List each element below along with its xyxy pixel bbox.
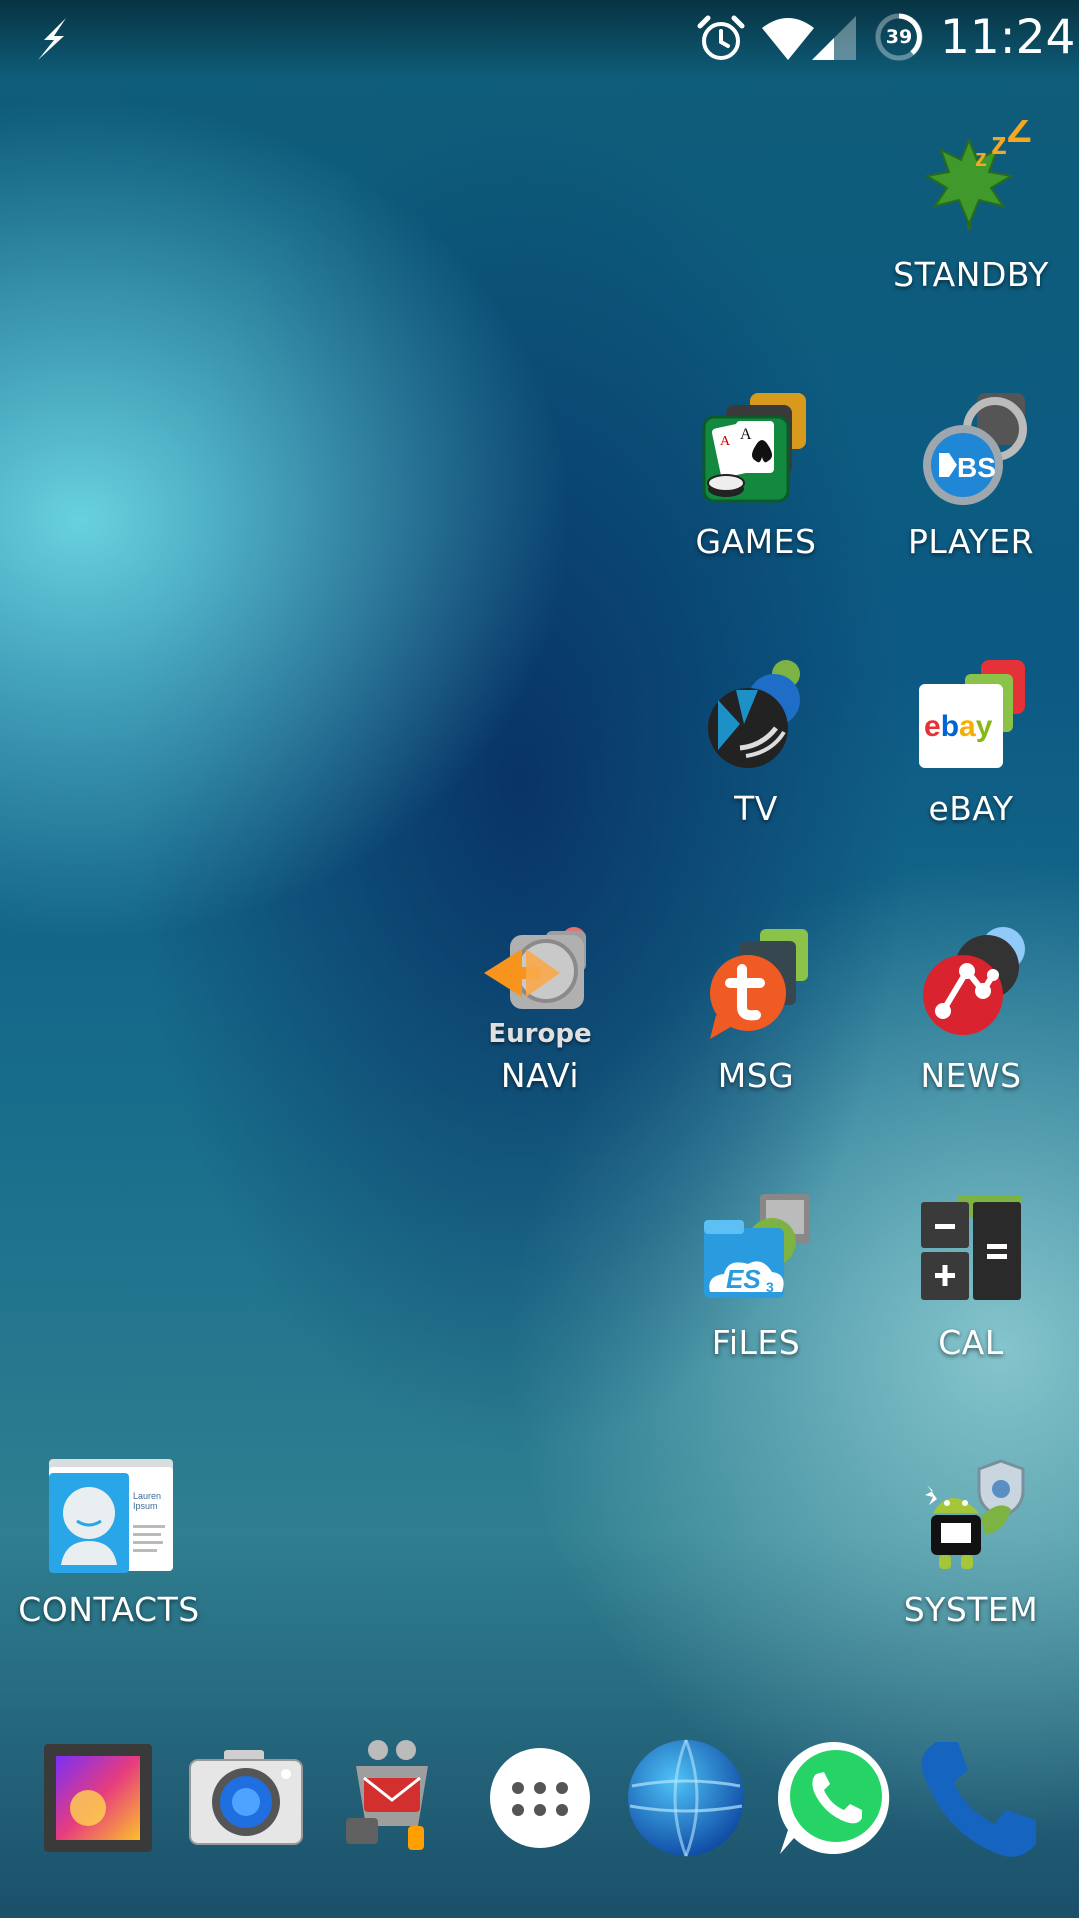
games-cards-icon: A A xyxy=(702,393,806,503)
app-label: TV xyxy=(734,789,778,828)
app-label: MSG xyxy=(717,1056,795,1095)
dock-phone[interactable] xyxy=(918,1736,1042,1860)
app-ebay[interactable]: ebay eBAY xyxy=(876,654,1066,864)
app-cal[interactable]: CAL xyxy=(876,1188,1066,1398)
navi-subtitle: Europe xyxy=(488,1019,592,1049)
app-label: STANDBY xyxy=(893,255,1049,294)
status-clock: 11:24 xyxy=(940,10,1076,65)
app-label: CONTACTS xyxy=(18,1590,200,1629)
app-contacts[interactable]: Lauren Ipsum CONTACTS xyxy=(14,1455,204,1665)
contacts-icon: Lauren Ipsum xyxy=(49,1459,173,1573)
app-label: GAMES xyxy=(695,522,817,561)
app-player[interactable]: BS PLAYER xyxy=(876,387,1066,597)
app-label: NEWS xyxy=(920,1056,1022,1095)
standby-leaf-icon: z z Z xyxy=(924,120,1031,230)
svg-text:Z: Z xyxy=(1007,120,1031,151)
phone-icon xyxy=(921,1742,1036,1857)
app-games[interactable]: A A GAMES xyxy=(661,387,851,597)
app-drawer-icon xyxy=(490,1748,590,1848)
svg-text:BS: BS xyxy=(957,452,996,483)
svg-text:ebay: ebay xyxy=(924,710,993,743)
dock-app-drawer[interactable] xyxy=(478,1736,602,1860)
camera-icon xyxy=(189,1750,303,1845)
app-label: NAVi xyxy=(500,1056,580,1095)
svg-text:A: A xyxy=(720,434,731,449)
browser-globe-icon xyxy=(628,1739,744,1857)
app-news[interactable]: NEWS xyxy=(876,921,1066,1131)
dock-whatsapp[interactable] xyxy=(772,1736,896,1860)
flash-icon xyxy=(38,18,66,60)
dock-gallery[interactable] xyxy=(36,1736,160,1860)
whatsapp-icon xyxy=(777,1742,890,1854)
dock-mail[interactable] xyxy=(332,1736,456,1860)
contact-card-name-2: Ipsum xyxy=(133,1501,158,1511)
signal-icon xyxy=(812,16,856,60)
app-msg[interactable]: MSG xyxy=(661,921,851,1131)
status-bar[interactable]: 39 11:24 xyxy=(0,0,1079,78)
app-label: SYSTEM xyxy=(903,1590,1039,1629)
calculator-icon xyxy=(921,1196,1021,1300)
contact-card-name-1: Lauren xyxy=(133,1491,161,1501)
app-files[interactable]: ES 3 FiLES xyxy=(661,1188,851,1398)
app-label: PLAYER xyxy=(908,522,1034,561)
msg-tapatalk-icon xyxy=(710,929,808,1039)
alarm-icon xyxy=(697,15,745,60)
mail-robot-icon xyxy=(346,1740,428,1850)
app-label: eBAY xyxy=(928,789,1014,828)
app-label: FiLES xyxy=(711,1323,801,1362)
app-navi[interactable]: Europe NAVi xyxy=(445,921,635,1131)
dock-browser[interactable] xyxy=(624,1736,748,1860)
svg-text:3: 3 xyxy=(766,1279,774,1295)
news-icon xyxy=(923,927,1025,1035)
tv-kodi-icon xyxy=(708,660,800,768)
dock-camera[interactable] xyxy=(184,1736,308,1860)
svg-text:z: z xyxy=(975,145,987,172)
svg-text:A: A xyxy=(740,426,752,443)
svg-text:ES: ES xyxy=(726,1264,761,1294)
bsplayer-icon: BS xyxy=(923,393,1027,505)
ebay-icon: ebay xyxy=(919,660,1025,768)
app-tv[interactable]: TV xyxy=(661,654,851,864)
gallery-icon xyxy=(44,1744,152,1852)
battery-level: 39 xyxy=(885,26,913,48)
files-es-icon: ES 3 xyxy=(704,1194,810,1298)
system-android-icon xyxy=(925,1459,1025,1569)
svg-text:z: z xyxy=(991,125,1007,161)
app-label: CAL xyxy=(938,1323,1004,1362)
app-system[interactable]: SYSTEM xyxy=(876,1455,1066,1665)
app-standby[interactable]: z z Z STANDBY xyxy=(876,120,1066,330)
wifi-icon xyxy=(762,18,814,60)
